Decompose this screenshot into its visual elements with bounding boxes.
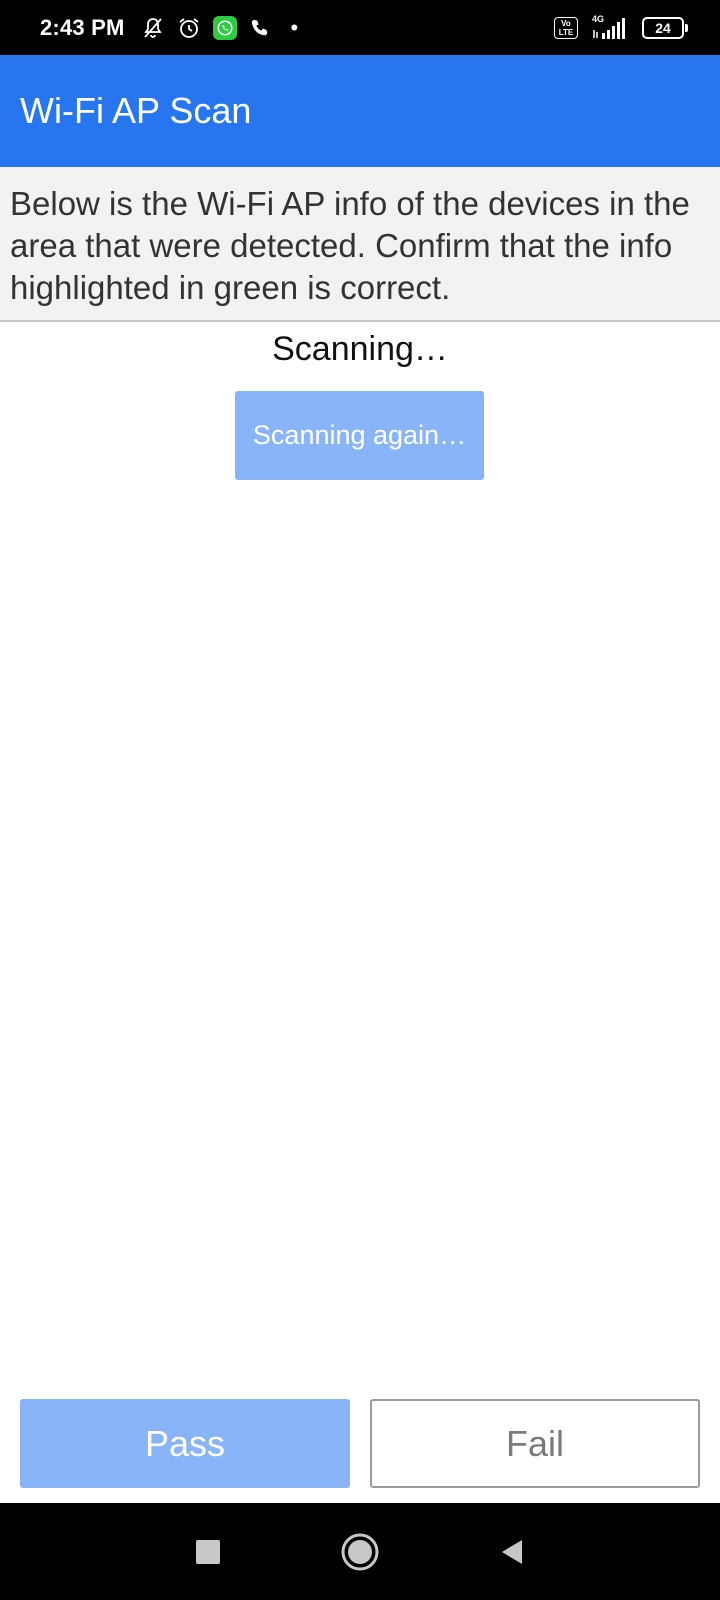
signal-icon: 4G <box>590 14 630 40</box>
screen: 2:43 PM • Vo LTE 4G 24 Wi-Fi AP Scan Bel… <box>0 0 720 1600</box>
bell-off-icon <box>141 16 165 40</box>
status-bar-right: Vo LTE 4G 24 <box>554 14 688 40</box>
back-triangle-icon[interactable] <box>487 1527 537 1577</box>
fail-button[interactable]: Fail <box>370 1399 700 1488</box>
instructions-text: Below is the Wi-Fi AP info of the device… <box>10 185 690 306</box>
status-time: 2:43 PM <box>40 14 125 40</box>
app-bar: Wi-Fi AP Scan <box>0 55 720 167</box>
alarm-icon <box>177 16 201 40</box>
home-circle-icon[interactable] <box>335 1527 385 1577</box>
app-title: Wi-Fi AP Scan <box>20 90 252 131</box>
status-bar: 2:43 PM • Vo LTE 4G 24 <box>0 0 720 55</box>
volte-top-label: Vo <box>561 18 571 28</box>
scan-again-button[interactable]: Scanning again… <box>235 391 484 480</box>
recents-square-icon[interactable] <box>183 1527 233 1577</box>
notification-dot-icon: • <box>290 14 299 40</box>
battery-level: 24 <box>655 19 671 36</box>
instructions-panel: Below is the Wi-Fi AP info of the device… <box>0 167 720 322</box>
status-bar-left: 2:43 PM • <box>40 15 298 41</box>
volte-icon: Vo LTE <box>554 16 578 39</box>
scan-status-text: Scanning… <box>272 330 448 368</box>
phone-call-icon <box>249 17 271 39</box>
pass-button[interactable]: Pass <box>20 1399 350 1488</box>
battery-icon: 24 <box>642 16 688 39</box>
volte-bottom-label: LTE <box>558 27 574 37</box>
navigation-bar <box>0 1503 720 1600</box>
whatsapp-icon <box>212 15 237 40</box>
